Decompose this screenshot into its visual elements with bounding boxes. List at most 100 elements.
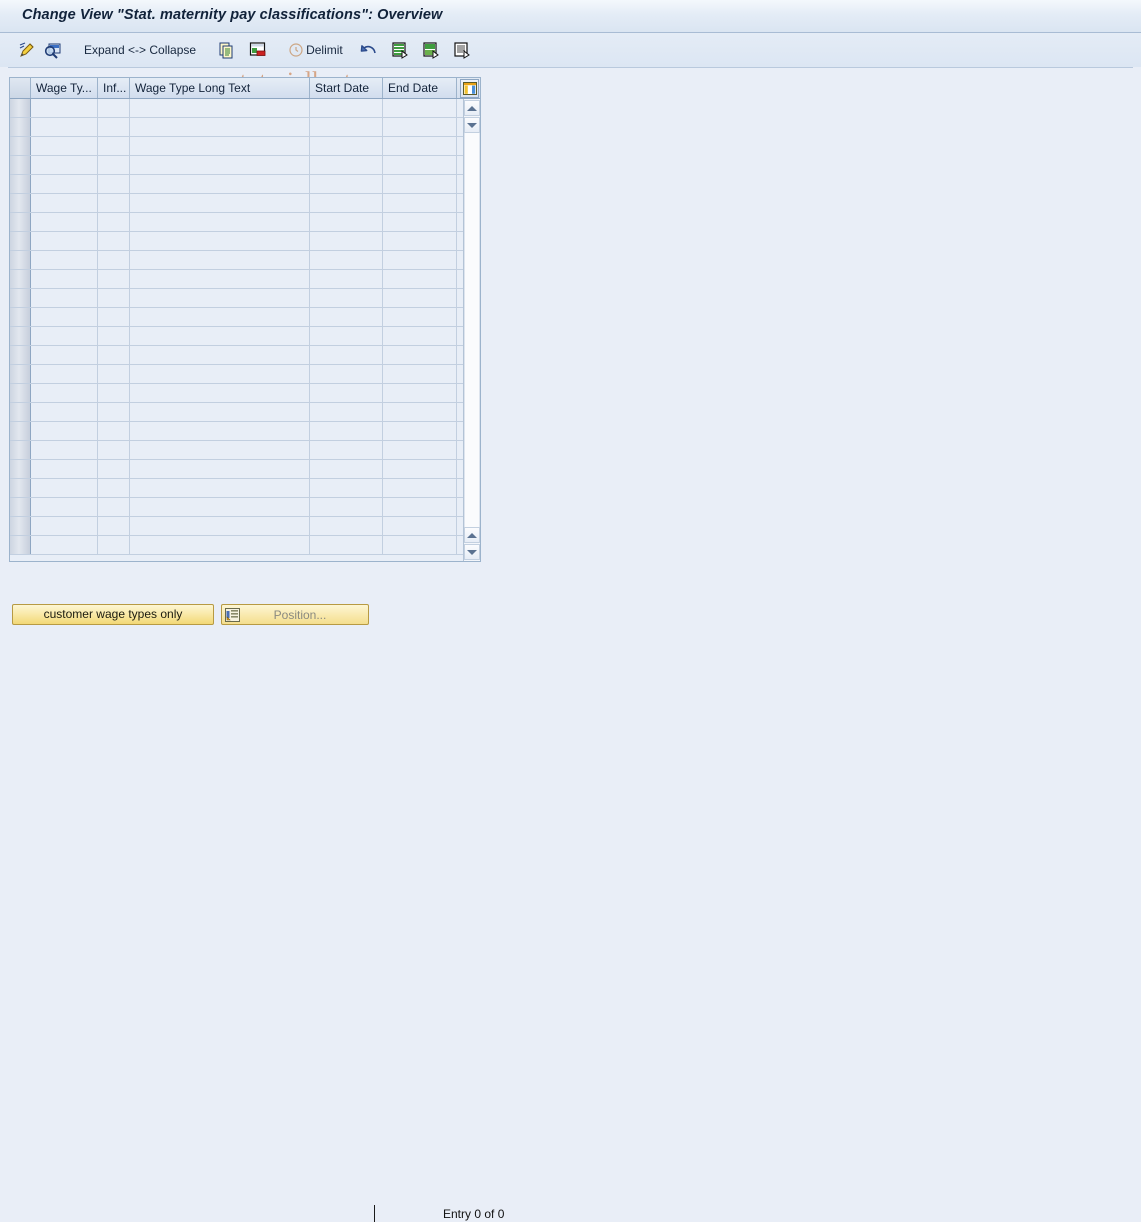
table-cell-end_date[interactable] (383, 498, 457, 516)
column-header-info[interactable]: Inf... (98, 78, 130, 98)
table-cell-start_date[interactable] (310, 270, 383, 288)
table-cell-wage_long_text[interactable] (130, 194, 310, 212)
column-settings-icon[interactable] (460, 79, 479, 98)
table-cell-wage_type[interactable] (31, 441, 98, 459)
table-cell-end_date[interactable] (383, 460, 457, 478)
table-cell-start_date[interactable] (310, 99, 383, 117)
table-cell-info[interactable] (98, 422, 130, 440)
table-cell-start_date[interactable] (310, 479, 383, 497)
row-select-button[interactable] (10, 479, 31, 497)
table-cell-end_date[interactable] (383, 536, 457, 554)
table-cell-wage_long_text[interactable] (130, 536, 310, 554)
table-row[interactable] (10, 156, 463, 175)
table-cell-wage_type[interactable] (31, 99, 98, 117)
table-row[interactable] (10, 194, 463, 213)
table-cell-info[interactable] (98, 251, 130, 269)
table-cell-info[interactable] (98, 118, 130, 136)
row-select-button[interactable] (10, 536, 31, 554)
table-cell-info[interactable] (98, 175, 130, 193)
table-cell-info[interactable] (98, 384, 130, 402)
table-cell-wage_long_text[interactable] (130, 346, 310, 364)
change-display-button[interactable] (14, 38, 40, 62)
row-select-button[interactable] (10, 251, 31, 269)
display-details-button[interactable] (40, 38, 66, 62)
table-cell-end_date[interactable] (383, 384, 457, 402)
table-row[interactable] (10, 517, 463, 536)
table-cell-end_date[interactable] (383, 346, 457, 364)
table-cell-info[interactable] (98, 270, 130, 288)
table-cell-start_date[interactable] (310, 403, 383, 421)
table-cell-wage_long_text[interactable] (130, 175, 310, 193)
table-cell-wage_long_text[interactable] (130, 384, 310, 402)
table-row[interactable] (10, 99, 463, 118)
table-cell-start_date[interactable] (310, 308, 383, 326)
table-row[interactable] (10, 213, 463, 232)
table-cell-end_date[interactable] (383, 479, 457, 497)
table-cell-info[interactable] (98, 346, 130, 364)
table-cell-info[interactable] (98, 137, 130, 155)
table-cell-end_date[interactable] (383, 308, 457, 326)
column-header-end-date[interactable]: End Date (383, 78, 457, 98)
row-select-button[interactable] (10, 175, 31, 193)
table-cell-wage_type[interactable] (31, 194, 98, 212)
table-cell-wage_long_text[interactable] (130, 498, 310, 516)
table-cell-wage_type[interactable] (31, 403, 98, 421)
row-select-button[interactable] (10, 384, 31, 402)
table-cell-wage_long_text[interactable] (130, 251, 310, 269)
table-cell-start_date[interactable] (310, 460, 383, 478)
table-cell-wage_long_text[interactable] (130, 422, 310, 440)
table-cell-end_date[interactable] (383, 232, 457, 250)
row-select-button[interactable] (10, 403, 31, 421)
row-select-button[interactable] (10, 99, 31, 117)
row-select-button[interactable] (10, 517, 31, 535)
table-cell-end_date[interactable] (383, 327, 457, 345)
table-row[interactable] (10, 118, 463, 137)
table-cell-wage_long_text[interactable] (130, 479, 310, 497)
table-cell-wage_type[interactable] (31, 365, 98, 383)
table-cell-end_date[interactable] (383, 517, 457, 535)
table-row[interactable] (10, 498, 463, 517)
table-cell-start_date[interactable] (310, 156, 383, 174)
scrollbar-track[interactable] (464, 133, 480, 527)
table-cell-info[interactable] (98, 403, 130, 421)
table-cell-start_date[interactable] (310, 194, 383, 212)
expand-collapse-button[interactable]: Expand <-> Collapse (76, 38, 204, 62)
scroll-up-top-button[interactable] (464, 100, 480, 116)
select-all-corner-cell[interactable] (10, 78, 31, 98)
table-row[interactable] (10, 441, 463, 460)
table-cell-wage_type[interactable] (31, 346, 98, 364)
table-cell-wage_type[interactable] (31, 517, 98, 535)
table-cell-wage_long_text[interactable] (130, 213, 310, 231)
table-cell-info[interactable] (98, 232, 130, 250)
table-cell-wage_type[interactable] (31, 270, 98, 288)
print-list-button[interactable] (449, 38, 475, 62)
row-select-button[interactable] (10, 422, 31, 440)
table-cell-wage_type[interactable] (31, 308, 98, 326)
scroll-down-bottom-button[interactable] (464, 544, 480, 560)
table-cell-end_date[interactable] (383, 270, 457, 288)
table-cell-info[interactable] (98, 99, 130, 117)
column-header-wage-type[interactable]: Wage Ty... (31, 78, 98, 98)
table-cell-start_date[interactable] (310, 251, 383, 269)
table-cell-wage_long_text[interactable] (130, 441, 310, 459)
table-cell-end_date[interactable] (383, 194, 457, 212)
table-cell-start_date[interactable] (310, 175, 383, 193)
table-cell-info[interactable] (98, 460, 130, 478)
table-row[interactable] (10, 384, 463, 403)
row-select-button[interactable] (10, 194, 31, 212)
table-cell-info[interactable] (98, 498, 130, 516)
table-cell-wage_type[interactable] (31, 479, 98, 497)
table-row[interactable] (10, 175, 463, 194)
table-cell-info[interactable] (98, 365, 130, 383)
table-cell-wage_type[interactable] (31, 156, 98, 174)
table-cell-start_date[interactable] (310, 327, 383, 345)
row-select-button[interactable] (10, 289, 31, 307)
row-select-button[interactable] (10, 498, 31, 516)
row-select-button[interactable] (10, 441, 31, 459)
table-row[interactable] (10, 346, 463, 365)
table-cell-wage_long_text[interactable] (130, 365, 310, 383)
table-cell-end_date[interactable] (383, 422, 457, 440)
table-cell-info[interactable] (98, 517, 130, 535)
table-cell-start_date[interactable] (310, 365, 383, 383)
undo-button[interactable] (356, 38, 382, 62)
